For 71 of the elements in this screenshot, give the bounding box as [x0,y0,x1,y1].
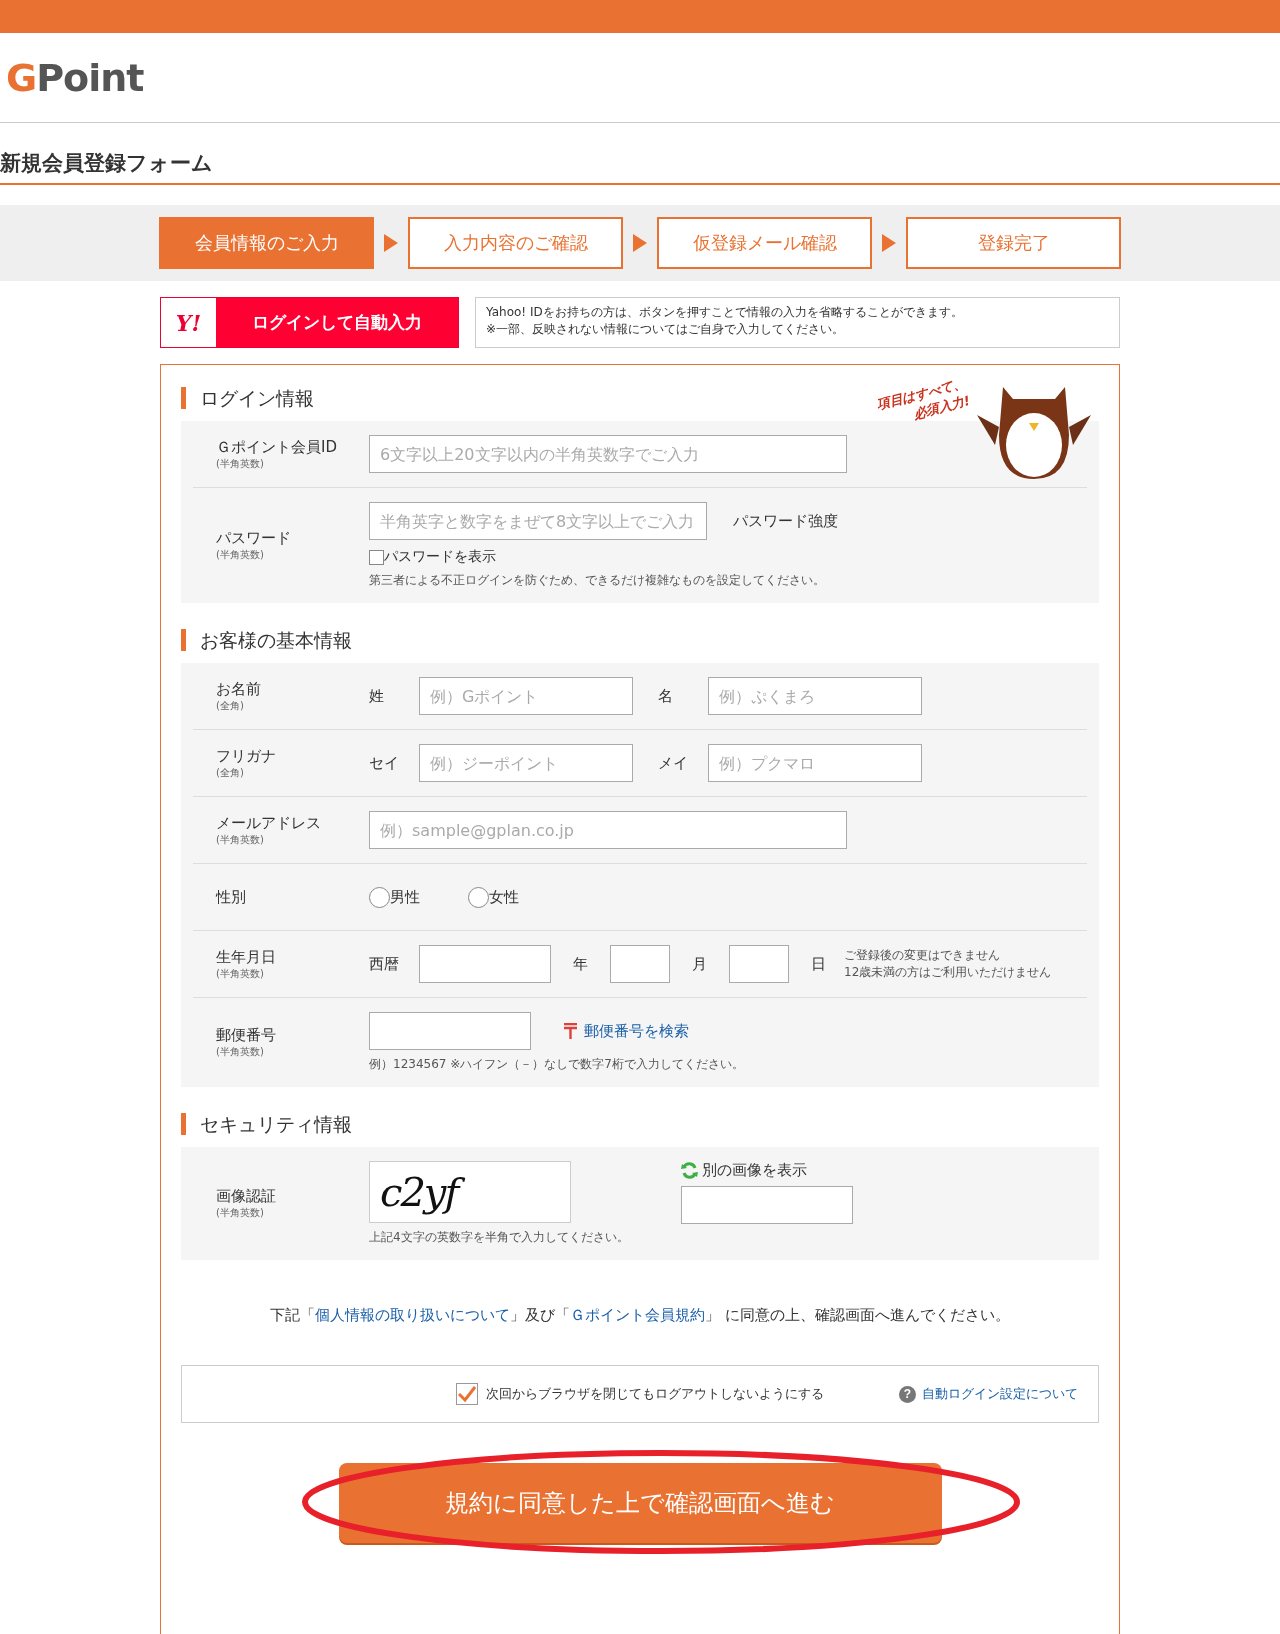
policy-link[interactable]: Ｇポイント会員規約 [570,1306,706,1324]
field-label: 郵便番号 [216,1026,277,1045]
field-label: パスワード [216,529,292,548]
step-arrow-icon [384,234,398,252]
step-arrow-icon [633,234,647,252]
gender-radio[interactable]: 女性 [468,886,519,908]
stay-logged-in-checkbox[interactable]: 次回からブラウザを閉じてもログアウトしないようにする [456,1383,824,1405]
section-heading: お客様の基本情報 [181,629,1099,651]
field-hint: (半角英数) [216,456,265,471]
agreement-text: 下記「個人情報の取り扱いについて」及び「Ｇポイント会員規約」 に同意の上、確認画面へ進んでください。 [269,1306,1011,1325]
input-field[interactable]: 例）Gポイント [419,677,633,715]
input-field[interactable]: 例）sample@gplan.co.jp [369,811,847,849]
field-label: 性別 [216,887,247,907]
captcha-note: 上記4文字の英数字を半角で入力してください。 [369,1229,629,1246]
era-caption: 西暦 [369,954,400,974]
zip-search-link[interactable]: 郵便番号を検索 [563,1021,689,1041]
logo[interactable]: GPoint [6,55,144,100]
field-hint: (半角英数) [216,1206,265,1220]
check-icon [458,1386,476,1402]
date-unit: 月 [692,954,707,974]
date-unit: 日 [811,954,826,974]
refresh-icon [680,1162,698,1179]
progress-step: 仮登録メール確認 [657,217,872,269]
show-password-checkbox[interactable]: パスワードを表示 [369,548,1087,566]
field-label: Ｇポイント会員ID [216,437,338,457]
input-field[interactable]: 6文字以上20文字以内の半角英数字でご入力 [369,435,847,473]
field-label: フリガナ [216,746,277,766]
zip-note: 例）1234567 ※ハイフン（－）なしで数字7桁で入力してください。 [369,1056,745,1073]
input-field[interactable] [419,945,551,983]
strength-label: パスワード強度 [733,511,838,531]
field-label: 生年月日 [216,947,277,967]
field-hint: (半角英数) [216,832,265,847]
name-caption: 名 [658,686,674,706]
input-field[interactable] [680,1186,853,1224]
input-field[interactable]: 半角英字と数字をまぜて8文字以上でご入力 [369,502,707,540]
page-title: 新規会員登録フォーム [0,123,1280,185]
policy-link[interactable]: 個人情報の取り扱いについて [315,1306,511,1324]
gender-radio[interactable]: 男性 [369,886,420,908]
name-caption: セイ [369,753,400,773]
field-label: お名前 [216,679,262,699]
password-note: 第三者による不正ログインを防ぐため、できるだけ複雑なものを設定してください。 [369,572,826,589]
field-hint: (半角英数) [216,1045,265,1059]
input-field[interactable] [729,945,789,983]
input-field[interactable] [369,1012,531,1050]
progress-step: 登録完了 [906,217,1121,269]
required-note: 項目はすべて、 必須入力! [875,374,972,424]
date-unit: 年 [573,954,588,974]
field-hint: (全角) [216,698,245,713]
field-label: 画像認証 [216,1187,277,1206]
progress-step: 会員情報のご入力 [159,217,374,269]
field-hint: (全角) [216,765,245,780]
input-field[interactable]: 例）ジーポイント [419,744,633,782]
section-heading: セキュリティ情報 [181,1113,1099,1135]
postal-mark-icon [563,1023,578,1039]
birthday-note: ご登録後の変更はできません [844,947,1001,964]
yahoo-login-button[interactable]: Y! ログインして自動入力 [160,297,459,348]
progress-step: 入力内容のご確認 [408,217,623,269]
captcha-image: c2yf [369,1161,571,1223]
input-field[interactable]: 例）ぷくまろ [708,677,922,715]
auto-login-help-link[interactable]: ? 自動ログイン設定について [899,1385,1078,1403]
field-hint: (半角英数) [216,966,265,981]
field-hint: (半角英数) [216,548,265,562]
name-caption: 姓 [369,686,385,706]
birthday-note: 12歳未満の方はご利用いただけません [844,964,1052,981]
field-label: メールアドレス [216,813,322,833]
input-field[interactable]: 例）プクマロ [708,744,922,782]
step-arrow-icon [882,234,896,252]
yahoo-note: Yahoo! IDをお持ちの方は、ボタンを押すことで情報の入力を省略することができます。 ※一部、反映されない情報についてはご自身で入力してください。 [475,297,1120,348]
refresh-image-link[interactable]: 別の画像を表示 [680,1161,853,1180]
name-caption: メイ [658,753,689,773]
input-field[interactable] [610,945,670,983]
